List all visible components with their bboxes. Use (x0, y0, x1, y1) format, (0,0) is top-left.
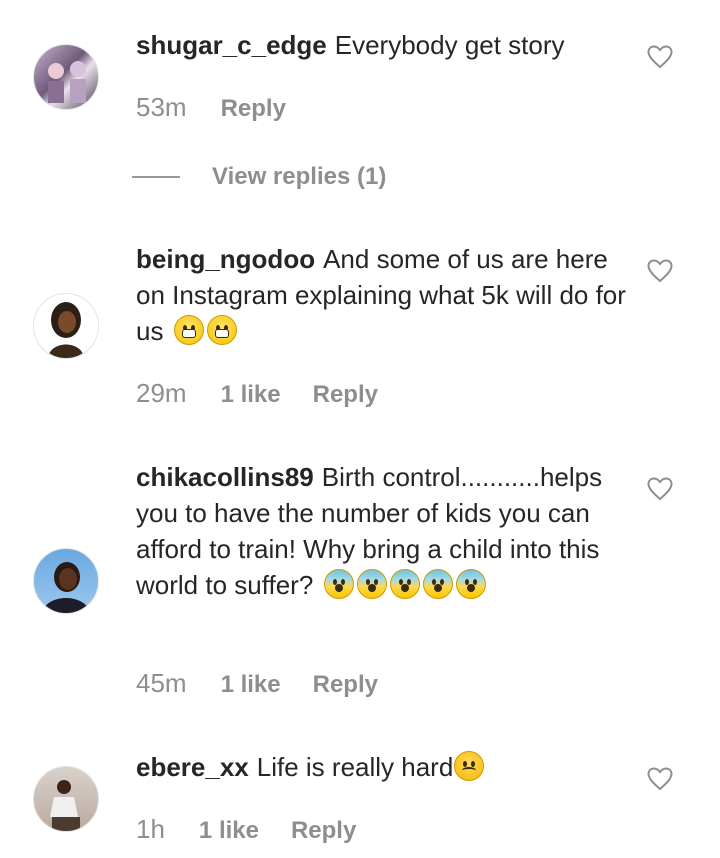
username[interactable]: shugar_c_edge (136, 30, 327, 60)
likes-count[interactable]: 1 like (221, 671, 281, 699)
timestamp: 29m (136, 378, 187, 408)
comment-meta: 53m Reply (136, 92, 286, 123)
username[interactable]: being_ngodoo (136, 244, 315, 274)
comment-text: Life is really hard (256, 752, 454, 782)
divider (132, 176, 180, 178)
grinning-face-emoji (206, 315, 237, 345)
timestamp: 45m (136, 668, 187, 698)
fearful-face-emoji (389, 569, 420, 599)
timestamp: 53m (136, 92, 187, 122)
sad-relieved-face-emoji (454, 751, 485, 781)
likes-count[interactable]: 1 like (221, 381, 281, 409)
username[interactable]: ebere_xx (136, 752, 249, 782)
avatar[interactable] (33, 293, 99, 359)
likes-count[interactable]: 1 like (199, 817, 259, 845)
fearful-face-emoji (323, 569, 354, 599)
heart-outline-icon[interactable] (647, 259, 673, 283)
avatar[interactable] (33, 548, 99, 614)
view-replies-button[interactable]: View replies (1) (132, 163, 386, 191)
comment-text: Everybody get story (334, 30, 565, 60)
avatar[interactable] (33, 766, 99, 832)
reply-button[interactable]: Reply (313, 671, 378, 699)
avatar[interactable] (33, 44, 99, 110)
timestamp: 1h (136, 814, 165, 844)
reply-button[interactable]: Reply (291, 817, 356, 845)
fearful-face-emoji (356, 569, 387, 599)
comment-body: chikacollins89 Birth control...........he… (136, 459, 626, 603)
fearful-face-emoji (422, 569, 453, 599)
view-replies-label: View replies (1) (212, 163, 387, 190)
username[interactable]: chikacollins89 (136, 462, 314, 492)
heart-outline-icon[interactable] (647, 45, 673, 69)
comment-body: being_ngodoo And some of us are here on I… (136, 241, 626, 349)
reply-button[interactable]: Reply (221, 95, 286, 123)
comment-meta: 1h 1 like Reply (136, 814, 356, 845)
comment-body: ebere_xx Life is really hard (136, 749, 626, 785)
heart-outline-icon[interactable] (647, 477, 673, 501)
reply-button[interactable]: Reply (313, 381, 378, 409)
grinning-face-emoji (173, 315, 204, 345)
comment-meta: 29m 1 like Reply (136, 378, 378, 409)
fearful-face-emoji (455, 569, 486, 599)
comment-body: shugar_c_edge Everybody get story (136, 27, 626, 63)
comment-meta: 45m 1 like Reply (136, 668, 378, 699)
heart-outline-icon[interactable] (647, 767, 673, 791)
